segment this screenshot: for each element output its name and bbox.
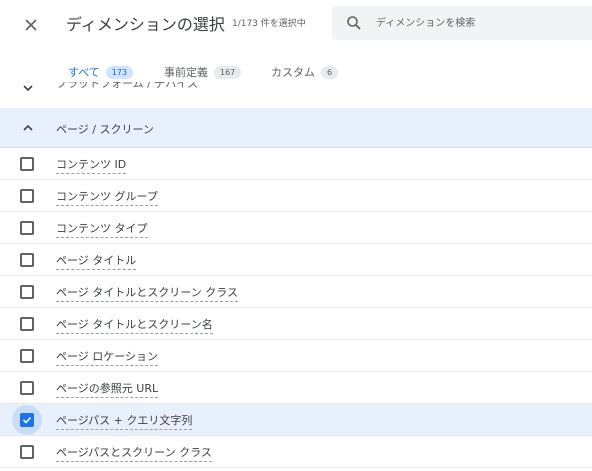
dimension-label: ページ タイトルとスクリーン クラス	[56, 284, 239, 302]
chevron-down-icon	[18, 82, 38, 96]
checkbox[interactable]	[20, 253, 34, 267]
checkbox[interactable]	[20, 317, 34, 331]
dimension-label: コンテンツ グループ	[56, 188, 158, 206]
list-item[interactable]: ページ タイトル	[0, 244, 592, 276]
dimension-list: プラットフォーム / デバイス ページ / スクリーン コンテンツ ID コンテ…	[0, 82, 592, 471]
group-label: ページ / スクリーン	[56, 123, 154, 136]
list-item[interactable]: コンテンツ グループ	[0, 180, 592, 212]
checkbox[interactable]	[20, 445, 34, 459]
dimension-label: ページ タイトルとスクリーン名	[56, 316, 213, 334]
checkbox[interactable]	[20, 157, 34, 171]
tab-label: すべて	[68, 66, 100, 79]
tab-count-badge: 167	[214, 65, 242, 79]
dimension-label: コンテンツ タイプ	[56, 220, 148, 238]
list-item-selected[interactable]: ページパス + クエリ文字列	[0, 404, 592, 436]
list-item[interactable]: ページの参照元 URL	[0, 372, 592, 404]
group-header-platform-device[interactable]: プラットフォーム / デバイス	[0, 82, 592, 96]
dimension-label: コンテンツ ID	[56, 156, 127, 174]
checkbox[interactable]	[20, 381, 34, 395]
dimension-label: ページ ロケーション	[56, 348, 159, 366]
group-header-page-screen[interactable]: ページ / スクリーン	[0, 108, 592, 148]
list-item[interactable]: ページ タイトルとスクリーン クラス	[0, 276, 592, 308]
tab-count-badge: 173	[105, 65, 134, 79]
checkbox[interactable]	[20, 189, 34, 203]
list-item[interactable]: コンテンツ タイプ	[0, 212, 592, 244]
group-label: プラットフォーム / デバイス	[56, 82, 199, 90]
dialog-header: ディメンションの選択 1/173 件を選択中 すべて 173 事前定義 167 …	[0, 0, 592, 89]
dimension-label: ページの参照元 URL	[56, 380, 159, 398]
search-input[interactable]	[376, 6, 586, 40]
list-item[interactable]: ページ タイトルとスクリーン名	[0, 308, 592, 340]
tab-label: 事前定義	[164, 66, 208, 79]
search-box[interactable]	[332, 6, 592, 40]
chevron-up-icon	[18, 118, 38, 138]
list-item[interactable]: ページ ロケーション	[0, 340, 592, 372]
check-icon	[22, 416, 32, 424]
search-icon	[347, 16, 361, 30]
dialog-title: ディメンションの選択	[66, 15, 225, 34]
list-item[interactable]: ページパスとスクリーン クラス	[0, 436, 592, 468]
checkbox[interactable]	[20, 221, 34, 235]
tab-count-badge: 6	[321, 65, 339, 79]
dimension-label: ページ タイトル	[56, 252, 137, 270]
tab-label: カスタム	[271, 66, 315, 79]
selected-count: 1/173 件を選択中	[232, 19, 306, 29]
list-item[interactable]: コンテンツ ID	[0, 148, 592, 180]
checkbox[interactable]	[20, 349, 34, 363]
checkbox-checked[interactable]	[20, 413, 34, 427]
checkbox[interactable]	[20, 285, 34, 299]
dimension-label: ページパスとスクリーン クラス	[56, 444, 212, 462]
close-button[interactable]	[18, 12, 44, 38]
dimension-label: ページパス + クエリ文字列	[56, 412, 193, 430]
close-icon	[25, 19, 37, 31]
